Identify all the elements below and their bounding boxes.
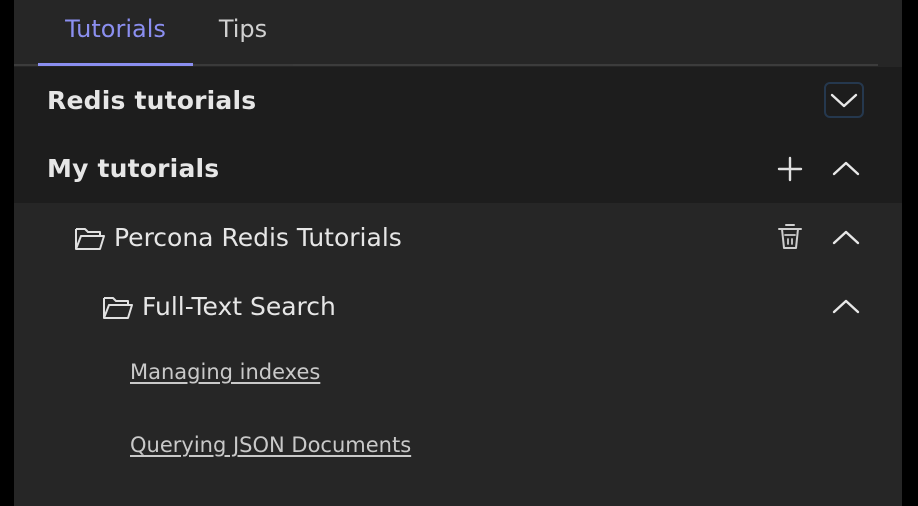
chevron-up-icon[interactable] xyxy=(831,159,861,179)
tab-tips[interactable]: Tips xyxy=(193,0,293,66)
section-my-tutorials[interactable]: My tutorials xyxy=(14,135,902,203)
tutorial-link-querying-json-documents[interactable]: Querying JSON Documents xyxy=(130,433,411,457)
folder-icon xyxy=(75,228,105,250)
plus-icon[interactable] xyxy=(777,156,803,182)
tab-tutorials[interactable]: Tutorials xyxy=(38,0,193,66)
section-title: Redis tutorials xyxy=(47,86,257,115)
folder-label: Percona Redis Tutorials xyxy=(114,223,402,252)
section-redis-tutorials[interactable]: Redis tutorials xyxy=(14,67,902,135)
expand-redis-tutorials-button[interactable] xyxy=(824,82,864,118)
folder-label: Full-Text Search xyxy=(142,292,336,321)
section-title: My tutorials xyxy=(47,154,220,183)
tutorials-panel: Tutorials Tips Redis tutorials My tutori… xyxy=(14,0,902,506)
folder-percona-redis-tutorials[interactable]: Percona Redis Tutorials xyxy=(14,203,902,273)
folder-full-text-search[interactable]: Full-Text Search xyxy=(14,272,902,342)
chevron-down-icon xyxy=(830,93,858,108)
tab-bar: Tutorials Tips xyxy=(14,0,878,66)
trash-icon[interactable] xyxy=(777,221,803,251)
folder-icon xyxy=(103,297,133,319)
chevron-up-icon[interactable] xyxy=(831,297,861,317)
chevron-up-icon[interactable] xyxy=(831,228,861,248)
tutorial-link-managing-indexes[interactable]: Managing indexes xyxy=(130,360,320,384)
